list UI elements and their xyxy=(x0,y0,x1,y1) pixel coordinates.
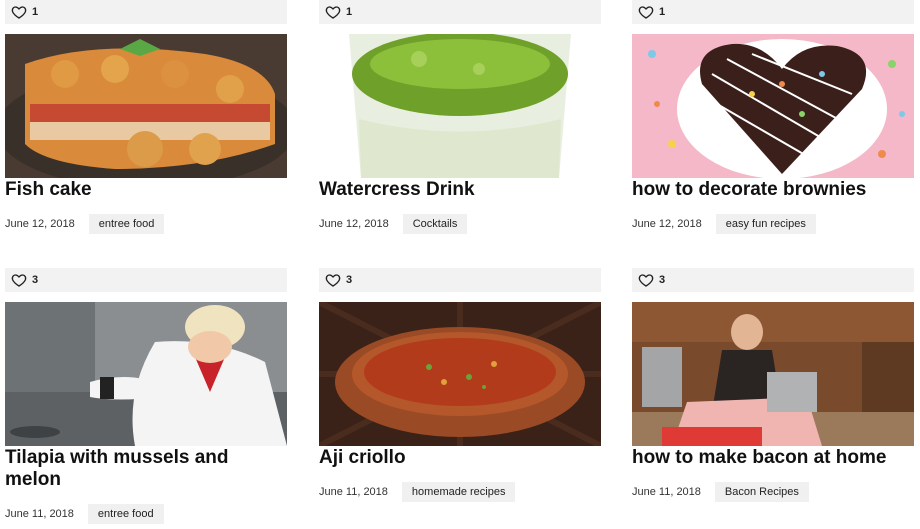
like-count: 1 xyxy=(346,6,353,18)
recipe-title[interactable]: Tilapia with mussels and melon xyxy=(5,447,287,491)
heart-icon xyxy=(11,6,27,19)
recipe-card: 3 Aji criollo June 11, 2018 homemade rec… xyxy=(319,268,601,503)
recipe-image[interactable] xyxy=(632,302,914,446)
category-tag[interactable]: entree food xyxy=(88,214,165,234)
like-button[interactable]: 1 xyxy=(5,0,287,24)
category-tag[interactable]: Bacon Recipes xyxy=(714,482,809,502)
category-tag[interactable]: entree food xyxy=(87,504,164,524)
recipe-card: 3 Tilapia with mussels and melon June 11… xyxy=(5,268,287,525)
recipe-image[interactable] xyxy=(5,302,287,446)
recipe-date: June 11, 2018 xyxy=(319,486,388,498)
like-button[interactable]: 1 xyxy=(319,0,601,24)
recipe-title[interactable]: how to decorate brownies xyxy=(632,179,914,201)
heart-icon xyxy=(638,274,654,287)
heart-icon xyxy=(325,274,341,287)
recipe-date: June 12, 2018 xyxy=(319,218,389,230)
like-count: 3 xyxy=(659,274,666,286)
like-count: 3 xyxy=(32,274,39,286)
recipe-title[interactable]: Watercress Drink xyxy=(319,179,601,201)
category-tag[interactable]: homemade recipes xyxy=(401,482,516,502)
like-button[interactable]: 1 xyxy=(632,0,914,24)
heart-icon xyxy=(325,6,341,19)
like-button[interactable]: 3 xyxy=(319,268,601,292)
category-tag[interactable]: Cocktails xyxy=(402,214,468,234)
recipe-image[interactable] xyxy=(5,34,287,178)
recipe-card: 1 Watercress Drink June 12, 2018 Cocktai… xyxy=(319,0,601,235)
heart-icon xyxy=(638,6,654,19)
recipe-title[interactable]: Fish cake xyxy=(5,179,287,201)
recipe-card: 3 how to make bacon at home June 11, 201… xyxy=(632,268,914,503)
recipe-image[interactable] xyxy=(319,34,601,178)
recipe-date: June 11, 2018 xyxy=(5,508,74,520)
recipe-card: 1 Fish cake June 12, 2018 entree food xyxy=(5,0,287,235)
recipe-date: June 11, 2018 xyxy=(632,486,701,498)
recipe-card: 1 how to decorate brownies June 12, 2018… xyxy=(632,0,914,235)
like-count: 3 xyxy=(346,274,353,286)
like-count: 1 xyxy=(659,6,666,18)
recipe-grid: 1 Fish cake June 12, 2018 entree food 1 … xyxy=(0,0,920,529)
category-tag[interactable]: easy fun recipes xyxy=(715,214,816,234)
recipe-image[interactable] xyxy=(632,34,914,178)
recipe-title[interactable]: Aji criollo xyxy=(319,447,601,469)
recipe-date: June 12, 2018 xyxy=(632,218,702,230)
like-button[interactable]: 3 xyxy=(632,268,914,292)
recipe-image[interactable] xyxy=(319,302,601,446)
like-count: 1 xyxy=(32,6,39,18)
like-button[interactable]: 3 xyxy=(5,268,287,292)
recipe-title[interactable]: how to make bacon at home xyxy=(632,447,914,469)
heart-icon xyxy=(11,274,27,287)
recipe-date: June 12, 2018 xyxy=(5,218,75,230)
